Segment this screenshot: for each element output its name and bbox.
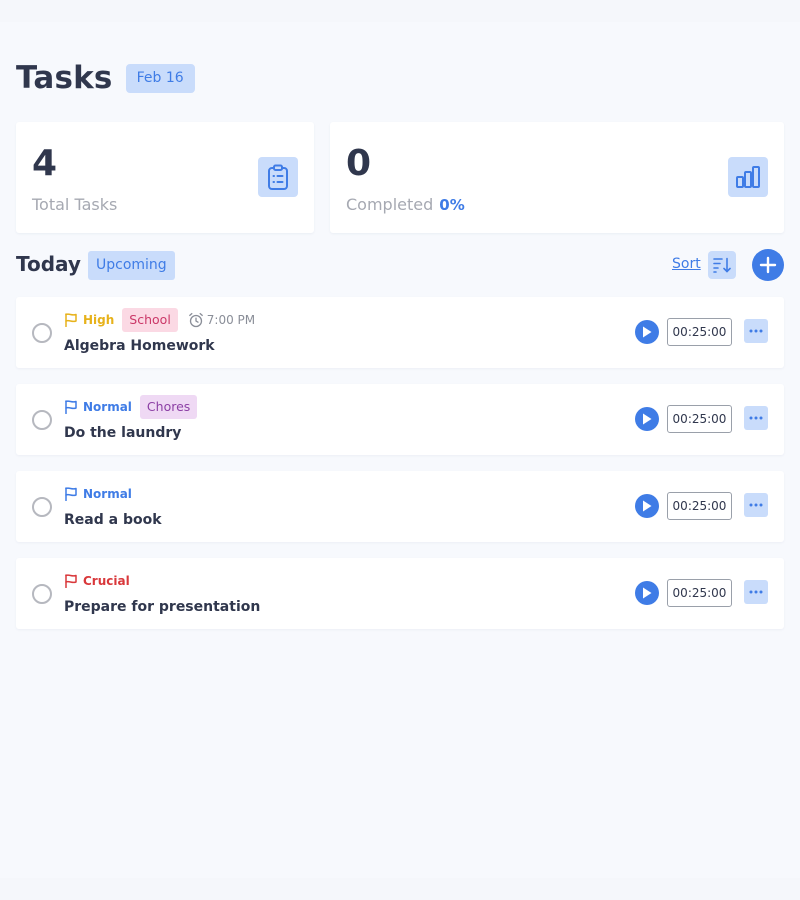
reminder-text: 7:00 PM [206,313,256,327]
flag-icon [65,487,77,501]
total-tasks-card: 4 Total Tasks [16,122,314,233]
flag-icon [65,574,77,588]
plus-icon [759,256,777,274]
task-list: High School 7:00 PM Algebra Homework 00:… [16,297,784,645]
task-card[interactable]: Crucial Prepare for presentation 00:25:0… [16,558,784,629]
timer-display[interactable]: 00:25:00 [667,492,732,520]
tag-badge: Chores [139,395,198,419]
add-task-button[interactable] [752,249,784,281]
tag-badge: School [122,308,178,332]
ellipsis-icon [749,416,763,420]
play-icon [643,326,652,338]
priority-text: Normal [83,487,132,501]
priority-label: Crucial [64,574,130,588]
tab-upcoming[interactable]: Upcoming [88,251,175,280]
task-toolbar: Today Upcoming Sort [16,249,784,281]
more-options-button[interactable] [744,319,768,343]
more-options-button[interactable] [744,493,768,517]
page-header: Tasks Feb 16 [16,60,195,96]
task-title: Algebra Homework [64,338,215,354]
task-checkbox[interactable] [32,410,52,430]
sort-descending-icon [713,257,731,273]
play-icon [643,587,652,599]
priority-label: High [64,313,114,327]
bar-chart-icon [728,157,768,197]
task-meta: Crucial [64,569,130,593]
reminder-time: 7:00 PM [188,312,255,328]
section-title-today: Today [16,252,81,276]
clipboard-list-icon [258,157,298,197]
total-tasks-count: 4 [32,143,58,184]
task-checkbox[interactable] [32,584,52,604]
sort-button[interactable] [708,251,736,279]
timer-display[interactable]: 00:25:00 [667,579,732,607]
completed-card: 0 Completed 0% [330,122,784,233]
task-card[interactable]: High School 7:00 PM Algebra Homework 00:… [16,297,784,368]
completed-label: Completed [346,195,434,214]
task-checkbox[interactable] [32,497,52,517]
completed-percent: 0% [439,196,465,214]
task-card[interactable]: Normal Chores Do the laundry 00:25:00 [16,384,784,455]
play-icon [643,413,652,425]
priority-label: Normal [64,487,132,501]
sort-link[interactable]: Sort [672,256,701,272]
flag-icon [65,313,77,327]
more-options-button[interactable] [744,580,768,604]
ellipsis-icon [749,329,763,333]
top-bar [0,0,800,22]
ellipsis-icon [749,590,763,594]
completed-count: 0 [346,143,372,184]
priority-text: High [83,313,115,327]
task-meta: Normal [64,482,132,506]
date-badge: Feb 16 [125,63,195,93]
play-timer-button[interactable] [635,494,659,518]
play-timer-button[interactable] [635,320,659,344]
flag-icon [65,400,77,414]
play-icon [643,500,652,512]
play-timer-button[interactable] [635,581,659,605]
completed-label-row: Completed 0% [346,195,465,215]
task-title: Read a book [64,512,162,528]
priority-text: Normal [83,400,132,414]
play-timer-button[interactable] [635,407,659,431]
priority-text: Crucial [83,574,130,588]
bottom-bar [0,878,800,900]
alarm-clock-icon [188,312,203,328]
task-meta: Normal Chores [64,395,198,419]
more-options-button[interactable] [744,406,768,430]
total-tasks-label: Total Tasks [32,195,118,214]
timer-display[interactable]: 00:25:00 [667,318,732,346]
page-title: Tasks [16,60,113,96]
task-title: Do the laundry [64,425,182,441]
priority-label: Normal [64,400,132,414]
ellipsis-icon [749,503,763,507]
task-checkbox[interactable] [32,323,52,343]
task-meta: High School 7:00 PM [64,308,255,332]
task-title: Prepare for presentation [64,599,261,615]
timer-display[interactable]: 00:25:00 [667,405,732,433]
task-card[interactable]: Normal Read a book 00:25:00 [16,471,784,542]
